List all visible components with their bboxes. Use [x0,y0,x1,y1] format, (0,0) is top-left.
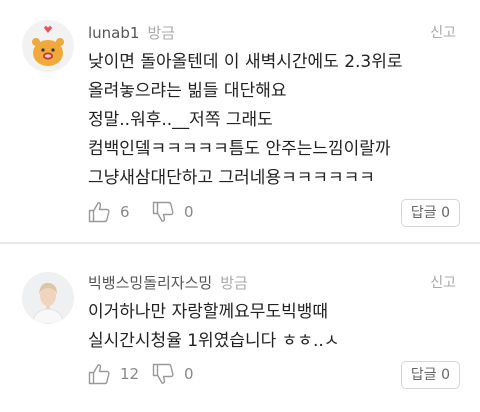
report-button[interactable]: 신고 [430,22,456,42]
comment-item: lunab1 방금 신고 낮이면 돌아올텐데 이 새벽시간에도 2.3위로 올려놓… [0,0,480,242]
comment-author[interactable]: lunab1 방금 [88,22,175,43]
avatar[interactable] [22,272,74,324]
person-photo-icon [22,272,74,324]
thumbs-up-icon [88,202,110,223]
username[interactable]: lunab1 [88,24,139,42]
comment-time: 방금 [220,274,248,292]
comment-body: 낮이면 돌아올텐데 이 새벽시간에도 2.3위로 올려놓으랴는 빎들 대단해요 … [88,48,460,193]
dislike-count: 0 [184,203,194,221]
thumbs-down-icon [152,201,174,222]
comment-text-line: 정말..워후..__저쪽 그래도 [88,110,273,130]
comment-actions: 12 0 답글 0 [88,361,460,389]
comment-text-line: 컴백인뎈ㅋㅋㅋㅋㅋ틈도 안주는느낌이랄까 [88,139,391,159]
thumbs-down-icon [152,363,174,384]
report-button[interactable]: 신고 [430,272,456,292]
comment-text-line: 그냥새삼대단하고 그러네용ㅋㅋㅋㅋㅋㅋ [88,168,375,188]
like-count: 12 [120,365,140,383]
username[interactable]: 빅뱅스밍돌리자스밍 [88,274,212,292]
comment-body: 이거하나만 자랑할께요무도빅뱅때 실시간시청율 1위였습니다 ㅎㅎ..ㅅ [88,298,460,356]
comment-text-line: 실시간시청율 1위였습니다 ㅎㅎ..ㅅ [88,331,340,351]
like-button[interactable]: 12 [88,363,139,385]
dislike-count: 0 [184,365,194,383]
comment-time: 방금 [147,24,176,42]
comment-text-line: 낮이면 돌아올텐데 이 새벽시간에도 2.3위로 [88,52,403,72]
like-count: 6 [120,203,130,221]
reply-button[interactable]: 답글 0 [400,199,460,227]
avatar[interactable] [22,20,74,72]
like-button[interactable]: 6 [88,201,130,223]
dislike-button[interactable]: 0 [152,201,194,223]
comment-text-line: 올려놓으랴는 빎들 대단해요 [88,81,287,101]
comment-actions: 6 0 답글 0 [88,199,460,227]
comment-item: 빅뱅스밍돌리자스밍 방금 신고 이거하나만 자랑할께요무도빅뱅때 실시간시청율 1… [0,244,480,412]
kakao-character-icon [22,20,74,72]
dislike-button[interactable]: 0 [152,363,194,385]
comment-text-line: 이거하나만 자랑할께요무도빅뱅때 [88,302,329,322]
reply-button[interactable]: 답글 0 [400,361,460,389]
thumbs-up-icon [88,364,110,385]
comment-author[interactable]: 빅뱅스밍돌리자스밍 방금 [88,272,248,293]
